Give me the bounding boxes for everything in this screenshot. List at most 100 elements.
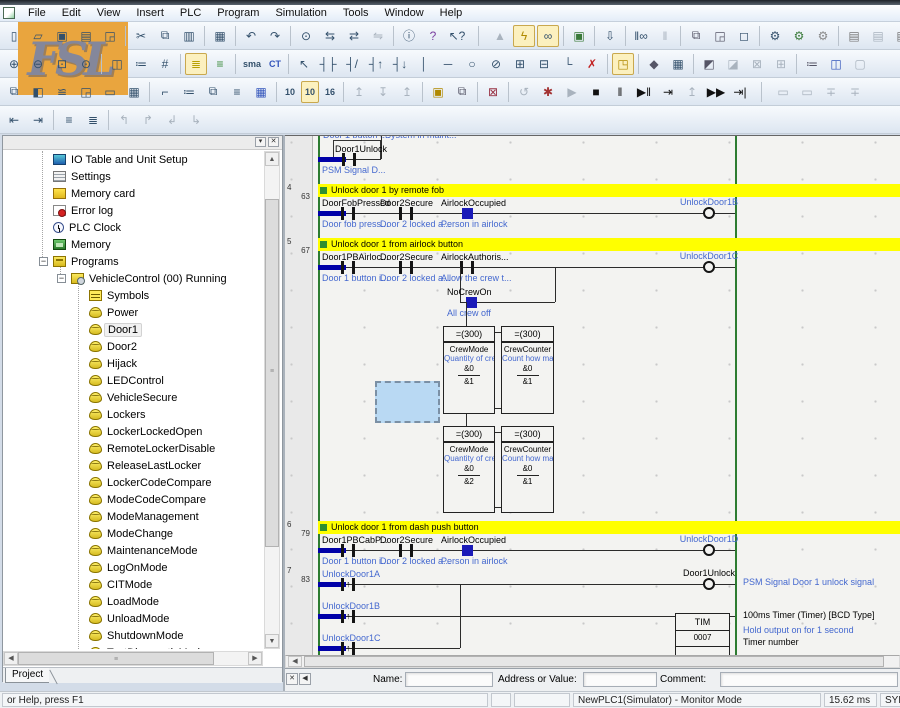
cross-reference-button[interactable]: ⧉ <box>202 81 224 103</box>
section-properties-button[interactable]: ◲ <box>709 25 731 47</box>
redo-button[interactable]: ↷ <box>264 25 286 47</box>
tree-vscroll-thumb[interactable]: ≡ <box>265 199 279 547</box>
new-or-closed-contact-button[interactable]: ┤↓ <box>389 53 411 75</box>
ladder-horizontal-scrollbar[interactable]: ◀ <box>285 655 900 668</box>
scroll-left-icon[interactable]: ◀ <box>4 652 18 665</box>
menu-simulation[interactable]: Simulation <box>267 6 334 20</box>
symbol-bar-close-icon[interactable]: ✕ <box>286 673 298 685</box>
contact-on-state[interactable] <box>462 545 473 556</box>
new-instruction-button[interactable]: ⊞ <box>509 53 531 75</box>
find-button[interactable]: ⊙ <box>295 25 317 47</box>
overview-window-button[interactable]: ◫ <box>106 53 128 75</box>
output-window-button[interactable]: ≡ <box>226 81 248 103</box>
tree-item-lockercodecompare[interactable]: LockerCodeCompare <box>3 474 261 491</box>
differential-monitor-button[interactable]: ≔ <box>801 53 823 75</box>
cascade-windows-button[interactable]: ◲ <box>75 81 97 103</box>
tree-item-testdiagnosticmode[interactable]: TestDiagnosticMode <box>3 644 261 649</box>
compare-program-button[interactable]: ⚙ <box>812 25 834 47</box>
force-on-button[interactable]: ◩ <box>698 53 720 75</box>
sim-stop-button[interactable]: ■ <box>585 81 607 103</box>
find-section-button[interactable]: ◻ <box>733 25 755 47</box>
tree-item-plc-clock[interactable]: PLC Clock <box>3 219 261 236</box>
scroll-up-icon[interactable]: ▲ <box>265 152 279 166</box>
tree-item-ledcontrol[interactable]: LEDControl <box>3 372 261 389</box>
expand-minus-icon[interactable]: − <box>57 274 66 283</box>
comment-input[interactable] <box>720 672 898 687</box>
menu-insert[interactable]: Insert <box>128 6 172 20</box>
tree-item-door2[interactable]: Door2 <box>3 338 261 355</box>
tree-item-modemanagement[interactable]: ModeManagement <box>3 508 261 525</box>
program-simulate-button[interactable]: ◳ <box>612 53 634 75</box>
line-delete-mode-button[interactable]: ✗ <box>581 53 603 75</box>
tree-item-power[interactable]: Power <box>3 304 261 321</box>
select-mode-button[interactable]: ↖ <box>293 53 315 75</box>
new-or-open-contact-button[interactable]: ┤↑ <box>365 53 387 75</box>
zoom-out-button[interactable]: ⊖ <box>27 53 49 75</box>
indent-rung-button[interactable]: ⇤ <box>3 109 25 131</box>
instruction-block[interactable]: TIM0007 <box>675 613 730 656</box>
menu-window[interactable]: Window <box>377 6 432 20</box>
menu-edit[interactable]: Edit <box>54 6 89 20</box>
tree-item-lockerlockedopen[interactable]: LockerLockedOpen <box>3 423 261 440</box>
new-coil-button[interactable]: ○ <box>461 53 483 75</box>
show-comments-button[interactable]: sma <box>240 53 264 75</box>
close-all-windows-button[interactable]: ▦ <box>123 81 145 103</box>
tree-item-memory-card[interactable]: Memory card <box>3 185 261 202</box>
instruction-block[interactable]: =(300)CrewCounterCount how ma...&0&1 <box>501 326 554 414</box>
sim-pause-button[interactable]: ‖ <box>609 81 631 103</box>
open-project-button[interactable]: ▱ <box>27 25 49 47</box>
instruction-block[interactable]: =(300)CrewModeQuantity of cre...&0&1 <box>443 326 495 414</box>
coil-symbol[interactable] <box>703 544 715 556</box>
mnemonic-view-button[interactable]: ≡ <box>209 53 231 75</box>
select-window-button[interactable]: ◧ <box>27 81 49 103</box>
outdent-rung-button[interactable]: ⇥ <box>27 109 49 131</box>
print-preview-button[interactable]: ◲ <box>99 25 121 47</box>
instruction-block[interactable]: =(300)CrewCounterCount how ma...&0&1 <box>501 426 554 513</box>
address-or-value-input[interactable] <box>583 672 657 687</box>
tree-item-memory[interactable]: Memory <box>3 236 261 253</box>
contact-on-state[interactable] <box>466 297 477 308</box>
workspace-minimize-icon[interactable]: ▾ <box>255 137 266 147</box>
tree-item-io-table-and-unit-setup[interactable]: IO Table and Unit Setup <box>3 151 261 168</box>
tree-item-unloadmode[interactable]: UnloadMode <box>3 610 261 627</box>
instruction-block[interactable]: =(300)CrewModeQuantity of cre...&0&2 <box>443 426 495 513</box>
paste-button[interactable]: ▥ <box>178 25 200 47</box>
print-button[interactable]: ▤ <box>75 25 97 47</box>
tree-item-citmode[interactable]: CITMode <box>3 576 261 593</box>
menu-help[interactable]: Help <box>432 6 471 20</box>
new-inverted-instruction-button[interactable]: ⊟ <box>533 53 555 75</box>
show-rung-annotations-button[interactable]: CT <box>266 53 284 75</box>
symbol-table-button[interactable]: ≔ <box>130 53 152 75</box>
menu-tools[interactable]: Tools <box>335 6 377 20</box>
transfer-to-plc-button[interactable]: ⇩ <box>599 25 621 47</box>
search-address-button[interactable]: ⇄ <box>343 25 365 47</box>
tree-vertical-scrollbar[interactable]: ▲ ▼ ≡ <box>264 151 280 649</box>
tree-item-loadmode[interactable]: LoadMode <box>3 593 261 610</box>
memory-view-button[interactable]: ▦ <box>250 81 272 103</box>
tree-item-logonmode[interactable]: LogOnMode <box>3 559 261 576</box>
menu-plc[interactable]: PLC <box>172 6 209 20</box>
tree-item-settings[interactable]: Settings <box>3 168 261 185</box>
sim-continuous-step-button[interactable]: ▶▶ <box>705 81 727 103</box>
address-reference-tool-button[interactable]: # <box>154 53 176 75</box>
monitor-decimal-button[interactable]: 10 <box>281 81 299 103</box>
new-window-button[interactable]: ⧉ <box>3 81 25 103</box>
tree-item-maintenancemode[interactable]: MaintenanceMode <box>3 542 261 559</box>
contact-symbol[interactable] <box>341 610 344 623</box>
sim-run-to-cursor-button[interactable]: ⇥| <box>729 81 751 103</box>
program-check-button[interactable]: ▣ <box>568 25 590 47</box>
contact-symbol[interactable] <box>352 610 355 623</box>
name-input[interactable] <box>405 672 493 687</box>
insert-section-button[interactable]: ⧉ <box>685 25 707 47</box>
contact-symbol[interactable] <box>352 642 355 655</box>
copy-button[interactable]: ⧉ <box>154 25 176 47</box>
new-vertical-line-button[interactable]: │ <box>413 53 435 75</box>
works-online-button[interactable]: ◆ <box>643 53 665 75</box>
work-online-simulator-button[interactable]: ϟ <box>513 25 535 47</box>
coil-symbol[interactable] <box>703 578 715 590</box>
selected-cell[interactable] <box>375 381 440 423</box>
io-table-view-1-button[interactable]: ▤ <box>843 25 865 47</box>
save-project-button[interactable]: ▣ <box>51 25 73 47</box>
io-table-view-3-button[interactable]: ▤ <box>891 25 900 47</box>
tab-project[interactable]: Project <box>5 668 49 683</box>
